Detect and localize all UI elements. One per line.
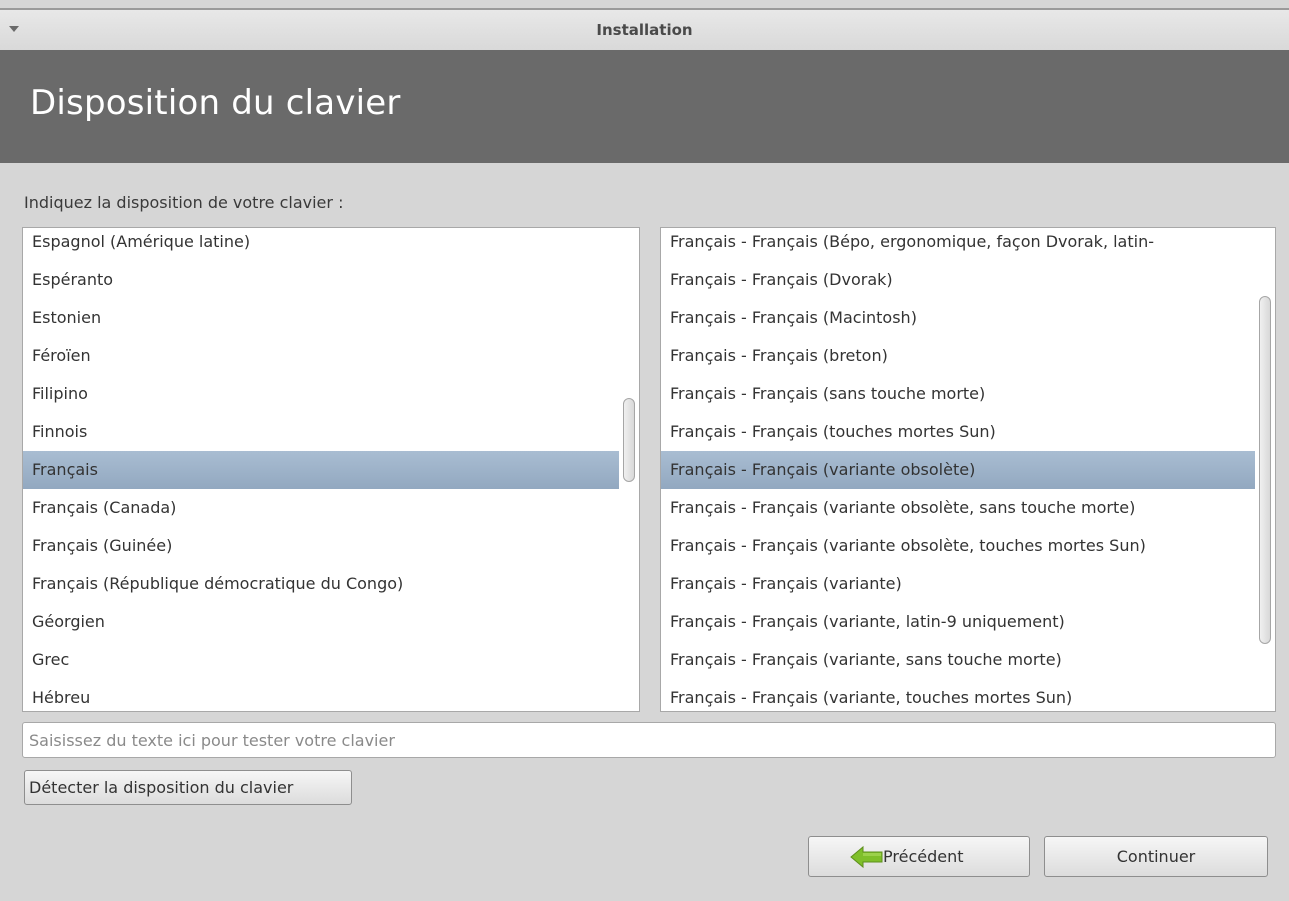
back-button-label: Précédent [883, 847, 964, 866]
variant-item[interactable]: Français - Français (variante, sans touc… [661, 641, 1255, 679]
keyboard-variant-list[interactable]: Français - Français (Bépo, ergonomique, … [660, 227, 1276, 712]
variant-item[interactable]: Français - Français (Macintosh) [661, 299, 1255, 337]
variant-item[interactable]: Français - Français (Dvorak) [661, 261, 1255, 299]
variant-item[interactable]: Français - Français (variante obsolète) [661, 451, 1255, 489]
layout-item[interactable]: Filipino [23, 375, 619, 413]
layout-item[interactable]: Féroïen [23, 337, 619, 375]
window-title: Installation [596, 21, 693, 39]
back-arrow-icon [850, 845, 883, 869]
keyboard-test-input[interactable] [22, 722, 1276, 758]
variant-list-scrollbar[interactable] [1257, 230, 1273, 709]
layout-item[interactable]: Français (Canada) [23, 489, 619, 527]
variant-item[interactable]: Français - Français (sans touche morte) [661, 375, 1255, 413]
layout-item[interactable]: Grec [23, 641, 619, 679]
variant-items: Français - Français (Bépo, ergonomique, … [661, 228, 1255, 711]
variant-item[interactable]: Français - Français (variante obsolète, … [661, 489, 1255, 527]
layout-item[interactable]: Géorgien [23, 603, 619, 641]
detect-layout-button[interactable]: Détecter la disposition du clavier [24, 770, 352, 805]
layout-item[interactable]: Français (Guinée) [23, 527, 619, 565]
variant-item[interactable]: Français - Français (variante obsolète, … [661, 527, 1255, 565]
layout-prompt: Indiquez la disposition de votre clavier… [24, 193, 344, 212]
page-header: Disposition du clavier [0, 50, 1289, 163]
variant-item[interactable]: Français - Français (breton) [661, 337, 1255, 375]
layout-item[interactable]: Français [23, 451, 619, 489]
layout-list-scrollbar[interactable] [621, 230, 637, 709]
variant-item[interactable]: Français - Français (Bépo, ergonomique, … [661, 228, 1255, 261]
layout-item[interactable]: Finnois [23, 413, 619, 451]
continue-button[interactable]: Continuer [1044, 836, 1268, 877]
page-title: Disposition du clavier [30, 83, 401, 123]
detect-layout-button-label: Détecter la disposition du clavier [29, 778, 294, 797]
variant-list-scroll-thumb[interactable] [1259, 296, 1271, 644]
layout-item[interactable]: Estonien [23, 299, 619, 337]
continue-button-label: Continuer [1116, 847, 1196, 866]
variant-item[interactable]: Français - Français (variante, touches m… [661, 679, 1255, 711]
installer-window: Installation Disposition du clavier Indi… [0, 0, 1289, 901]
back-button[interactable]: Précédent [808, 836, 1030, 877]
variant-item[interactable]: Français - Français (variante) [661, 565, 1255, 603]
keyboard-layout-list[interactable]: Espagnol (Amérique latine) Espéranto Est… [22, 227, 640, 712]
layout-item[interactable]: Hébreu [23, 679, 619, 711]
layout-items: Espagnol (Amérique latine) Espéranto Est… [23, 228, 619, 711]
layout-item[interactable]: Espagnol (Amérique latine) [23, 228, 619, 261]
layout-item[interactable]: Français (République démocratique du Con… [23, 565, 619, 603]
layout-list-scroll-thumb[interactable] [623, 398, 635, 482]
variant-item[interactable]: Français - Français (variante, latin-9 u… [661, 603, 1255, 641]
layout-item[interactable]: Espéranto [23, 261, 619, 299]
title-bar[interactable]: Installation [0, 8, 1289, 50]
variant-item[interactable]: Français - Français (touches mortes Sun) [661, 413, 1255, 451]
